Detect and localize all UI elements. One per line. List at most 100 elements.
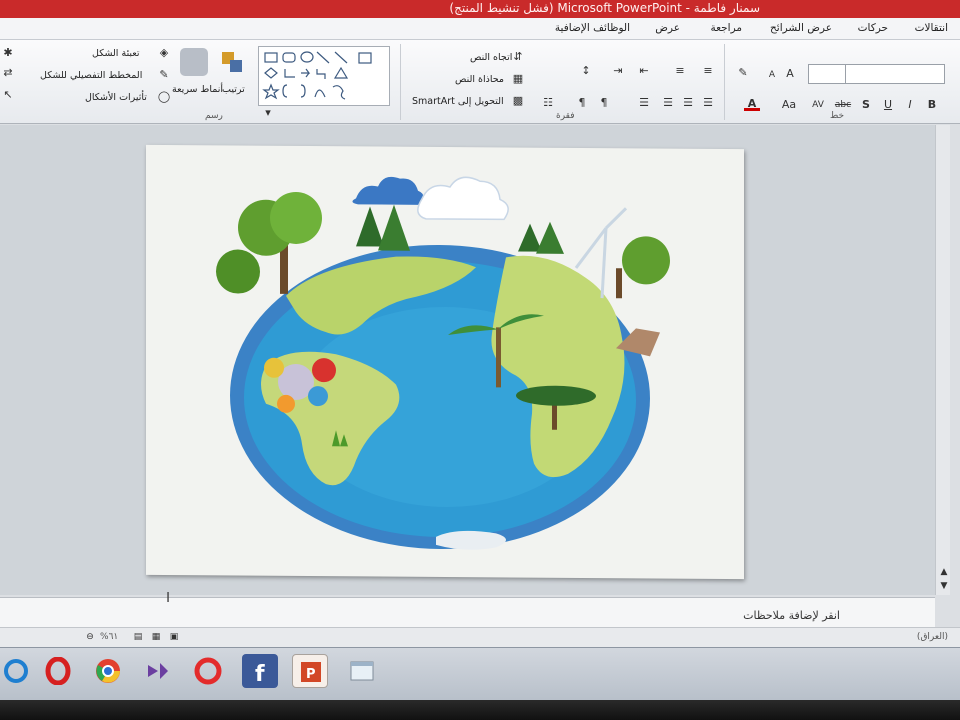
shape-effects-icon[interactable]: ◯ xyxy=(156,90,172,104)
tab-review[interactable]: مراجعة xyxy=(710,22,742,34)
shape-outline-icon[interactable]: ✎ xyxy=(156,68,172,82)
change-case-button[interactable]: Aa xyxy=(778,98,800,112)
triangle-shape-icon xyxy=(333,66,349,79)
clear-format-icon[interactable]: ✎ xyxy=(735,66,751,80)
drawing-group-label: رسم xyxy=(205,111,223,121)
shrink-font-icon[interactable]: A xyxy=(764,68,780,82)
rectangle-shape-icon xyxy=(264,52,278,63)
group-separator xyxy=(400,44,401,120)
shadow-button[interactable]: S xyxy=(858,98,874,112)
opera-icon[interactable] xyxy=(40,654,76,688)
pine-trees-right-icon xyxy=(518,221,564,254)
shape-fill-icon[interactable]: ◈ xyxy=(156,46,172,60)
arrange-button[interactable]: ترتيب xyxy=(222,84,245,95)
quick-styles-button[interactable]: أنماط سريعة xyxy=(172,84,223,95)
underline-button[interactable]: U xyxy=(880,98,896,112)
font-group-label: خط xyxy=(830,111,845,121)
star-shape-icon xyxy=(262,83,280,100)
columns-icon[interactable]: ☷ xyxy=(540,96,556,110)
next-slide-icon[interactable]: ▼ xyxy=(936,579,952,593)
tab-view[interactable]: عرض xyxy=(655,22,680,34)
align-center-icon[interactable]: ☰ xyxy=(680,96,696,110)
strikethrough-button[interactable]: abc xyxy=(832,98,854,112)
align-right-icon[interactable]: ☰ xyxy=(700,96,716,110)
window-icon[interactable] xyxy=(344,654,380,688)
svg-text:P: P xyxy=(306,667,316,682)
grow-font-icon[interactable]: A xyxy=(782,67,798,81)
facebook-icon[interactable]: f xyxy=(242,654,278,688)
view-slideshow-icon[interactable]: ▣ xyxy=(166,630,182,644)
visual-studio-icon[interactable] xyxy=(140,654,176,688)
text-direction-button[interactable]: اتجاه النص xyxy=(470,52,512,63)
shapes-gallery[interactable] xyxy=(258,46,390,106)
select-icon[interactable]: ↖ xyxy=(0,88,16,102)
numbering-icon[interactable]: ≡ xyxy=(672,64,688,78)
tree-icon-right xyxy=(616,236,670,299)
cloud-white-icon xyxy=(417,176,509,221)
opera-red-icon[interactable] xyxy=(190,654,226,688)
cloud-blue-icon xyxy=(352,176,424,205)
find-icon[interactable]: ✱ xyxy=(0,46,16,60)
ribbon-tabs: انتقالات حركات عرض الشرائح مراجعة عرض ال… xyxy=(0,18,960,40)
tab-transitions[interactable]: انتقالات xyxy=(915,22,948,34)
pentagon-shape-icon xyxy=(264,67,278,79)
bullets-icon[interactable]: ≡ xyxy=(700,64,716,78)
text-direction-icon[interactable]: ⇵ xyxy=(510,50,526,64)
antarctica-shape xyxy=(436,530,506,550)
tab-addins[interactable]: الوظائف الإضافية xyxy=(555,22,630,34)
view-sorter-icon[interactable]: ▦ xyxy=(148,630,164,644)
shape-outline-button[interactable]: المخطط التفصيلي للشكل xyxy=(40,70,142,81)
brace-shape-icon xyxy=(282,84,288,98)
zoom-out-icon[interactable]: ⊖ xyxy=(82,630,98,644)
align-text-button[interactable]: محاذاة النص xyxy=(455,74,504,85)
arc-shape-icon xyxy=(314,89,326,98)
monitor-screen: سمنار فاطمة - Microsoft PowerPoint (فشل … xyxy=(0,0,960,700)
smartart-icon[interactable]: ▩ xyxy=(510,94,526,108)
align-left-icon[interactable]: ☰ xyxy=(660,96,676,110)
text-cursor-icon: I xyxy=(166,591,170,606)
rtl-icon[interactable]: ¶ xyxy=(596,96,612,110)
decrease-indent-icon[interactable]: ⇥ xyxy=(610,64,626,78)
tab-animations[interactable]: حركات xyxy=(858,22,888,34)
italic-button[interactable]: I xyxy=(902,98,918,112)
notes-pane[interactable]: انقر لإضافة ملاحظات I xyxy=(0,592,935,627)
zoom-level[interactable]: %٦١ xyxy=(100,632,118,642)
elbow-shape-icon xyxy=(284,69,295,78)
slide-canvas[interactable] xyxy=(146,144,744,580)
pine-trees-icon xyxy=(356,204,410,251)
prev-slide-icon[interactable]: ▲ xyxy=(936,565,952,579)
arrange-icon[interactable] xyxy=(220,50,246,76)
char-spacing-button[interactable]: AV xyxy=(808,98,828,112)
tab-slideshow[interactable]: عرض الشرائح xyxy=(770,22,832,34)
ltr-icon[interactable]: ¶ xyxy=(574,96,590,110)
vertical-scrollbar[interactable]: ▲ ▼ xyxy=(935,125,950,595)
group-separator xyxy=(724,44,725,120)
monitor-bezel xyxy=(0,700,960,720)
ie-icon[interactable] xyxy=(0,654,36,688)
oval-shape-icon xyxy=(300,51,314,63)
connector-shape-icon xyxy=(316,69,326,79)
slide-editing-area xyxy=(0,125,935,595)
powerpoint-icon[interactable]: P xyxy=(292,654,328,688)
tree-icon-left xyxy=(216,191,322,294)
textbox-shape-icon xyxy=(358,52,372,64)
view-normal-icon[interactable]: ▤ xyxy=(130,630,146,644)
convert-smartart-button[interactable]: التحويل إلى SmartArt xyxy=(412,96,504,107)
align-text-icon[interactable]: ▦ xyxy=(510,72,526,86)
font-size-box[interactable] xyxy=(808,64,846,84)
line-spacing-icon[interactable]: ↕ xyxy=(578,64,594,78)
arrow-right-shape-icon xyxy=(301,68,311,78)
font-color-button[interactable]: A xyxy=(744,97,760,111)
notes-placeholder: انقر لإضافة ملاحظات xyxy=(743,609,840,622)
quick-styles-icon[interactable] xyxy=(180,48,208,76)
shape-fill-button[interactable]: تعبئة الشكل xyxy=(92,48,140,59)
earth-illustration xyxy=(216,176,670,550)
chrome-icon[interactable] xyxy=(90,654,126,688)
increase-indent-icon[interactable]: ⇤ xyxy=(636,64,652,78)
justify-icon[interactable]: ☰ xyxy=(636,96,652,110)
gallery-more-icon[interactable]: ▾ xyxy=(260,106,276,120)
shape-effects-button[interactable]: تأثيرات الأشكال xyxy=(85,92,147,103)
replace-icon[interactable]: ⇄ xyxy=(0,66,16,80)
bold-button[interactable]: B xyxy=(924,98,940,112)
rounded-rect-shape-icon xyxy=(282,52,296,63)
